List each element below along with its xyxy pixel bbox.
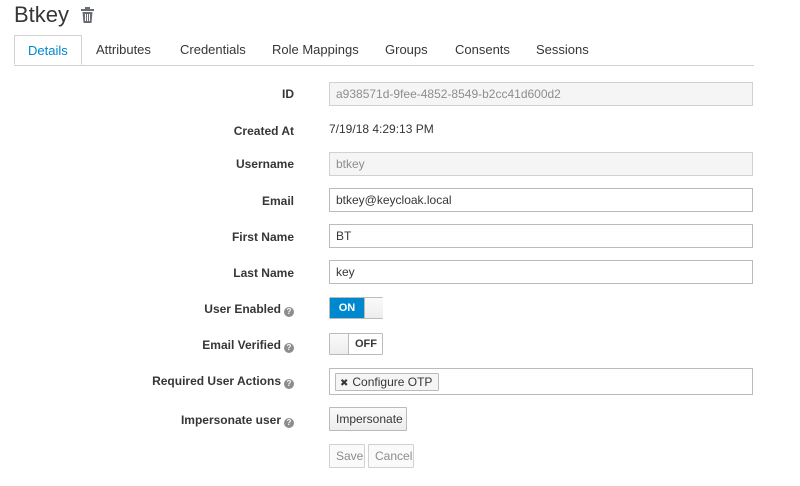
last-name-label: Last Name <box>233 266 294 280</box>
tab-attributes[interactable]: Attributes <box>96 35 151 64</box>
tab-groups[interactable]: Groups <box>385 35 428 64</box>
required-actions-label-text: Required User Actions <box>152 374 281 388</box>
switch-knob <box>364 298 383 318</box>
email-verified-switch[interactable]: OFF <box>329 333 383 355</box>
question-circle-icon[interactable]: ? <box>284 307 294 317</box>
id-field[interactable]: a938571d-9fee-4852-8549-b2cc41d600d2 <box>329 82 753 106</box>
tab-details[interactable]: Details <box>14 35 82 65</box>
trash-icon[interactable] <box>81 7 94 23</box>
first-name-label: First Name <box>231 230 294 244</box>
tab-role-mappings[interactable]: Role Mappings <box>272 35 359 64</box>
user-enabled-label: User Enabled? <box>204 302 294 317</box>
save-button[interactable]: Save <box>329 444 365 468</box>
username-label: Username <box>235 157 294 171</box>
switch-on-label: ON <box>330 298 364 318</box>
tab-credentials[interactable]: Credentials <box>180 35 246 64</box>
username-field[interactable]: btkey <box>329 152 753 176</box>
email-field[interactable]: btkey@keycloak.local <box>329 188 753 212</box>
required-action-tag: ✖ Configure OTP <box>335 373 440 391</box>
required-action-tag-label: Configure OTP <box>352 375 433 389</box>
email-verified-label: Email Verified? <box>202 338 294 353</box>
cancel-button[interactable]: Cancel <box>368 444 414 468</box>
tab-consents[interactable]: Consents <box>455 35 510 64</box>
impersonate-label: Impersonate user? <box>181 413 294 428</box>
id-label: ID <box>282 87 294 101</box>
last-name-field[interactable]: key <box>329 260 753 284</box>
tab-sessions[interactable]: Sessions <box>536 35 589 64</box>
created-at-label: Created At <box>233 124 294 138</box>
tab-bar: Details Attributes Credentials Role Mapp… <box>14 35 754 66</box>
required-actions-select[interactable]: ✖ Configure OTP <box>329 368 753 395</box>
impersonate-label-text: Impersonate user <box>180 413 281 427</box>
impersonate-button[interactable]: Impersonate <box>329 407 407 431</box>
page-title: Btkey <box>14 2 70 27</box>
user-enabled-label-text: User Enabled <box>204 302 281 316</box>
question-circle-icon[interactable]: ? <box>284 343 294 353</box>
created-at-value: 7/19/18 4:29:13 PM <box>329 122 434 136</box>
user-enabled-switch[interactable]: ON <box>329 297 383 319</box>
email-label: Email <box>261 194 294 208</box>
question-circle-icon[interactable]: ? <box>284 379 294 389</box>
close-icon[interactable]: ✖ <box>340 378 348 389</box>
first-name-field[interactable]: BT <box>329 224 753 248</box>
required-actions-label: Required User Actions? <box>152 374 294 389</box>
email-verified-label-text: Email Verified <box>202 338 281 352</box>
switch-off-label: OFF <box>355 338 377 350</box>
switch-knob <box>330 334 349 354</box>
question-circle-icon[interactable]: ? <box>284 418 294 428</box>
